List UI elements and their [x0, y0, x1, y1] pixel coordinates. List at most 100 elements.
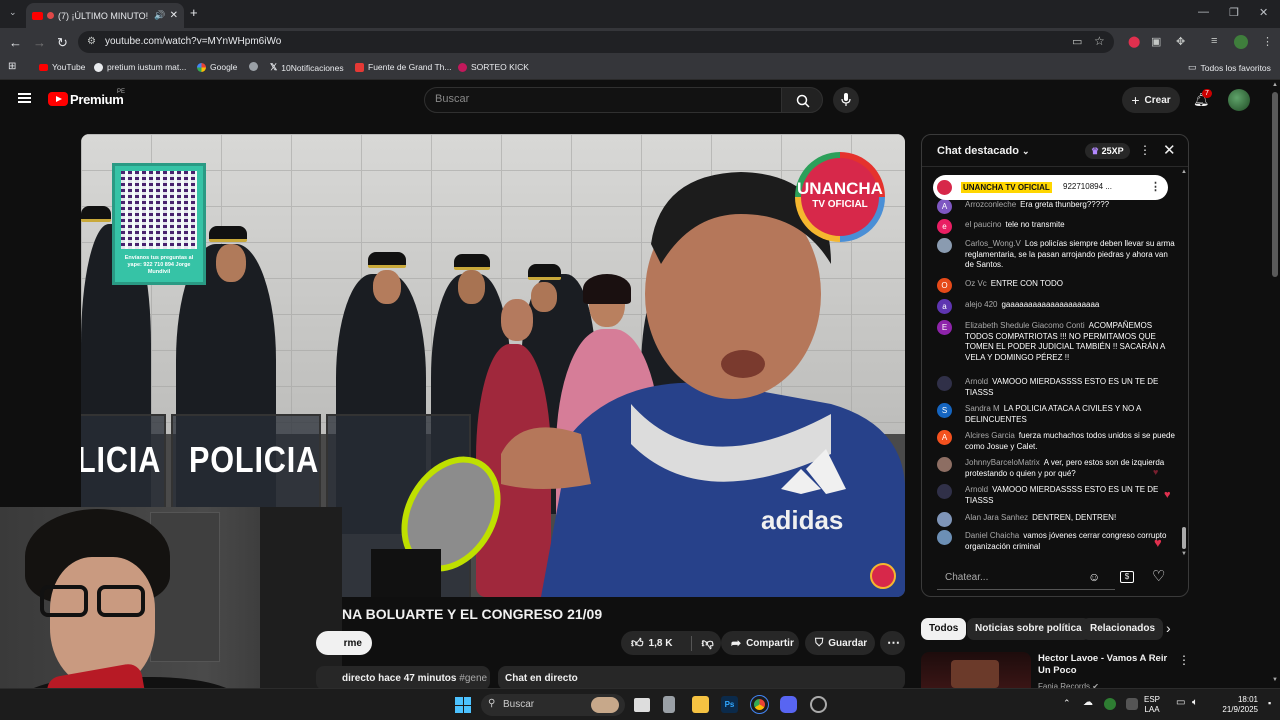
extension-red-icon[interactable]: ⬤	[1128, 35, 1140, 48]
profile-avatar-icon[interactable]	[1234, 35, 1248, 49]
chat-avatar[interactable]: A	[937, 430, 952, 445]
chat-menu-icon[interactable]: ⋮	[1139, 143, 1151, 157]
audio-icon[interactable]: 🔊	[154, 10, 165, 21]
input-language[interactable]: ESP LAA	[1144, 695, 1160, 715]
bookmark-google[interactable]: Google	[197, 62, 237, 72]
search-box[interactable]	[424, 87, 782, 113]
chat-avatar[interactable]	[937, 376, 952, 391]
chat-scroll-thumb[interactable]	[1182, 527, 1186, 549]
chat-avatar[interactable]	[937, 530, 952, 545]
bookmark-star-icon[interactable]: ☆	[1094, 34, 1105, 48]
apps-grid-icon[interactable]: ⊞	[8, 61, 16, 72]
chat-author[interactable]: Alcires Garcia	[965, 431, 1015, 440]
site-info-icon[interactable]: ⚙	[87, 36, 96, 47]
windows-start-icon[interactable]	[455, 697, 471, 713]
taskbar-app-icon[interactable]	[663, 696, 675, 713]
scroll-down-icon[interactable]: ▼	[1181, 551, 1187, 557]
chat-mode-dropdown[interactable]: Chat destacado ⌄	[937, 145, 1030, 157]
bookmark-sorteo[interactable]: SORTEO KICK	[458, 62, 529, 72]
chat-input-field[interactable]: ☺	[937, 566, 1115, 590]
chat-avatar[interactable]: E	[937, 320, 952, 335]
browser-menu-icon[interactable]: ⋮	[1262, 35, 1273, 48]
address-bar[interactable]: ⚙ youtube.com/watch?v=MYnWHpm6iWo ▭ ☆	[78, 31, 1114, 53]
cast-icon[interactable]: ▭	[1072, 35, 1082, 48]
super-chat-icon[interactable]: $	[1120, 571, 1134, 583]
back-icon[interactable]: ←	[9, 35, 22, 50]
hashtag[interactable]: #gene	[459, 673, 487, 684]
page-scroll-up-icon[interactable]: ▲	[1272, 82, 1278, 88]
all-favorites-folder[interactable]: ▭ Todos los favoritos	[1188, 62, 1271, 73]
channel-watermark[interactable]	[870, 563, 896, 589]
browser-tab-active[interactable]: (7) ¡ÚLTIMO MINUTO! M 🔊 ✕	[26, 3, 184, 28]
minimize-icon[interactable]: —	[1198, 6, 1209, 18]
bookmark-fuente[interactable]: Fuente de Grand Th...	[355, 62, 451, 72]
chrome-icon[interactable]	[750, 695, 769, 714]
search-input[interactable]	[435, 93, 765, 105]
share-button[interactable]: ➦ Compartir	[721, 631, 799, 655]
chat-author[interactable]: JohnnyBarceloMatrix	[965, 458, 1040, 467]
taskbar-app-icon[interactable]	[810, 696, 827, 713]
video-description-box[interactable]: directo hace 47 minutos #gene	[316, 666, 490, 690]
chat-author[interactable]: Alan Jara Sanhez	[965, 513, 1028, 522]
xp-badge[interactable]: ♛ 25XP	[1085, 143, 1130, 159]
chat-avatar[interactable]: S	[937, 403, 952, 418]
photoshop-icon[interactable]: Ps	[721, 696, 738, 713]
extensions-puzzle-icon[interactable]: ✥	[1176, 35, 1185, 48]
recommendation-menu-icon[interactable]: ⋮	[1178, 653, 1190, 667]
chat-author[interactable]: Carlos_Wong.V	[965, 239, 1021, 248]
chat-author[interactable]: el paucino	[965, 220, 1001, 229]
subscribe-button[interactable]: rme	[316, 631, 372, 655]
tray-app-icon[interactable]	[1126, 698, 1138, 710]
chat-message-list[interactable]: A Arrozconleche Era greta thunberg????? e el…	[922, 199, 1180, 557]
chat-author[interactable]: Arnold	[965, 377, 988, 386]
restore-icon[interactable]: ❐	[1229, 6, 1239, 19]
thumbs-down-icon[interactable]: 👎︎	[691, 635, 714, 651]
chat-avatar[interactable]	[937, 484, 952, 499]
forward-icon[interactable]: →	[33, 35, 46, 50]
page-scroll-down-icon[interactable]: ▼	[1272, 677, 1278, 683]
pinned-menu-icon[interactable]: ⋮	[1150, 180, 1161, 193]
network-icon[interactable]: ▭	[1176, 697, 1185, 708]
recommendation-thumbnail[interactable]	[921, 652, 1031, 688]
voice-search-button[interactable]	[833, 87, 859, 113]
file-explorer-icon[interactable]	[692, 696, 709, 713]
save-button[interactable]: ⛉ Guardar	[805, 631, 875, 655]
chip-all[interactable]: Todos	[921, 618, 967, 640]
chat-author[interactable]: Daniel Chaicha	[965, 531, 1019, 540]
taskbar-search[interactable]: ⚲ Buscar	[481, 694, 625, 716]
tab-list-icon[interactable]: ⌄	[9, 7, 17, 18]
chat-avatar[interactable]	[937, 512, 952, 527]
chat-avatar[interactable]: a	[937, 299, 952, 314]
chip-politics-news[interactable]: Noticias sobre política	[967, 618, 1090, 640]
chat-author[interactable]: Arrozconleche	[965, 200, 1016, 209]
page-scroll-thumb[interactable]	[1272, 92, 1278, 277]
chat-author[interactable]: Sandra M	[965, 404, 1000, 413]
like-button[interactable]: 👍︎ 1,8 K 👎︎	[621, 631, 721, 655]
youtube-logo-icon[interactable]	[48, 92, 68, 106]
scroll-up-icon[interactable]: ▲	[1181, 169, 1187, 175]
chat-text-input[interactable]	[945, 572, 1075, 583]
reading-list-icon[interactable]: ≡	[1211, 35, 1217, 47]
emoji-icon[interactable]: ☺	[1088, 570, 1100, 584]
bookmark-pretium[interactable]: pretium iustum mat...	[94, 62, 186, 72]
tray-app-icon[interactable]	[1104, 698, 1116, 710]
heart-outline-icon[interactable]: ♡	[1152, 567, 1165, 585]
chat-avatar[interactable]: e	[937, 219, 952, 234]
close-tab-icon[interactable]: ✕	[170, 10, 178, 21]
close-chat-icon[interactable]: ✕	[1163, 141, 1176, 159]
discord-icon[interactable]	[780, 696, 797, 713]
pinned-message[interactable]: UNANCHA TV OFICIAL 922710894 ... ⋮	[933, 175, 1168, 200]
task-view-icon[interactable]	[634, 698, 650, 712]
chat-author[interactable]: Arnold	[965, 485, 988, 494]
bookmark-globe[interactable]	[249, 62, 258, 71]
reload-icon[interactable]: ↻	[57, 35, 68, 51]
menu-hamburger-icon[interactable]	[18, 93, 31, 103]
chat-avatar[interactable]: O	[937, 278, 952, 293]
new-tab-icon[interactable]: +	[190, 5, 198, 20]
system-clock[interactable]: 18:01 21/9/2025	[1208, 695, 1258, 715]
account-avatar[interactable]	[1228, 89, 1250, 111]
chat-author[interactable]: Oz Vc	[965, 279, 987, 288]
chat-scrollbar[interactable]: ▲ ▼	[1181, 169, 1187, 557]
create-button[interactable]: + Crear	[1122, 87, 1180, 113]
chat-avatar[interactable]	[937, 238, 952, 253]
